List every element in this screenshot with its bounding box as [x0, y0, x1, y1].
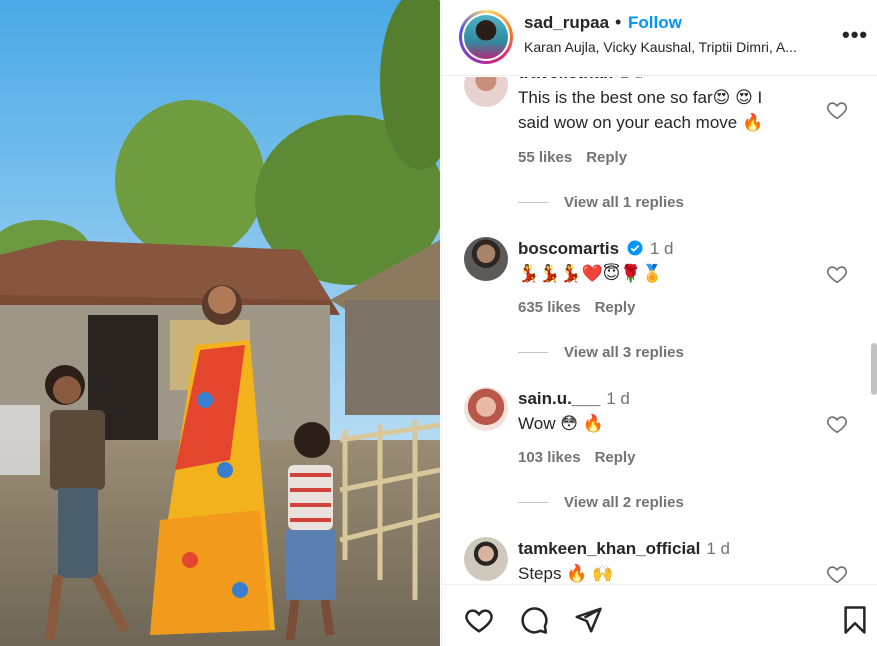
author-avatar[interactable]	[459, 10, 513, 64]
comment-icon[interactable]	[519, 605, 549, 635]
commenter-username[interactable]: boscomartis	[518, 239, 619, 258]
bookmark-icon[interactable]	[840, 605, 870, 635]
reply-button[interactable]: Reply	[595, 299, 636, 316]
audio-attribution[interactable]: Karan Aujla, Vicky Kaushal, Triptii Dimr…	[524, 39, 834, 55]
comment-time: 1 d	[649, 239, 674, 258]
view-replies-button[interactable]: View all 1 replies	[518, 194, 684, 211]
comment-likes-count[interactable]: 103 likes	[518, 449, 581, 466]
follow-button[interactable]: Follow	[628, 13, 682, 33]
commenter-username[interactable]: travelisthan	[518, 77, 613, 82]
heart-icon[interactable]	[464, 605, 494, 635]
comment-text: This is the best one so far😍 😍 I said wo…	[518, 88, 764, 132]
send-icon[interactable]	[573, 605, 603, 635]
commenter-avatar[interactable]	[464, 537, 508, 581]
comment-likes-count[interactable]: 635 likes	[518, 299, 581, 316]
post-details-panel: sad_rupaa • Follow Karan Aujla, Vicky Ka…	[441, 0, 877, 646]
comment-like-heart-icon[interactable]	[826, 263, 848, 285]
author-username[interactable]: sad_rupaa	[524, 13, 609, 33]
post-header: sad_rupaa • Follow Karan Aujla, Vicky Ka…	[442, 0, 877, 76]
comment-time: 1 d	[606, 389, 630, 408]
comment-like-heart-icon[interactable]	[826, 563, 848, 584]
comment-text: Wow 😳 🔥	[518, 414, 604, 433]
comment-like-heart-icon[interactable]	[826, 99, 848, 121]
comment-text: Steps 🔥 🙌	[518, 564, 614, 583]
comment-text: 💃💃💃❤️😇🌹🏅	[518, 264, 663, 283]
more-options-icon[interactable]: •••	[842, 22, 868, 48]
reel-video[interactable]	[0, 0, 440, 646]
reply-button[interactable]: Reply	[586, 149, 627, 166]
commenter-username[interactable]: sain.u.___	[518, 389, 600, 408]
comments-list[interactable]: travelisthan 1 d This is the best one so …	[442, 77, 877, 584]
reply-button[interactable]: Reply	[595, 449, 636, 466]
comment-like-heart-icon[interactable]	[826, 413, 848, 435]
view-replies-button[interactable]: View all 3 replies	[518, 344, 684, 361]
instagram-post-window: sad_rupaa • Follow Karan Aujla, Vicky Ka…	[0, 0, 877, 646]
verified-badge-icon	[627, 240, 643, 256]
comment-time: 1 d	[706, 539, 730, 558]
comments-scrollbar[interactable]	[871, 343, 877, 395]
comment-time: 1 d	[619, 77, 643, 82]
header-separator: •	[615, 12, 622, 32]
author-avatar-photo	[464, 15, 508, 59]
commenter-avatar[interactable]	[464, 237, 508, 281]
view-replies-button[interactable]: View all 2 replies	[518, 494, 684, 511]
comment-likes-count[interactable]: 55 likes	[518, 149, 572, 166]
commenter-avatar[interactable]	[464, 77, 508, 107]
reel-frame-illustration	[0, 0, 440, 646]
post-actions-bar	[442, 584, 877, 646]
commenter-avatar[interactable]	[464, 387, 508, 431]
commenter-username[interactable]: tamkeen_khan_official	[518, 539, 700, 558]
